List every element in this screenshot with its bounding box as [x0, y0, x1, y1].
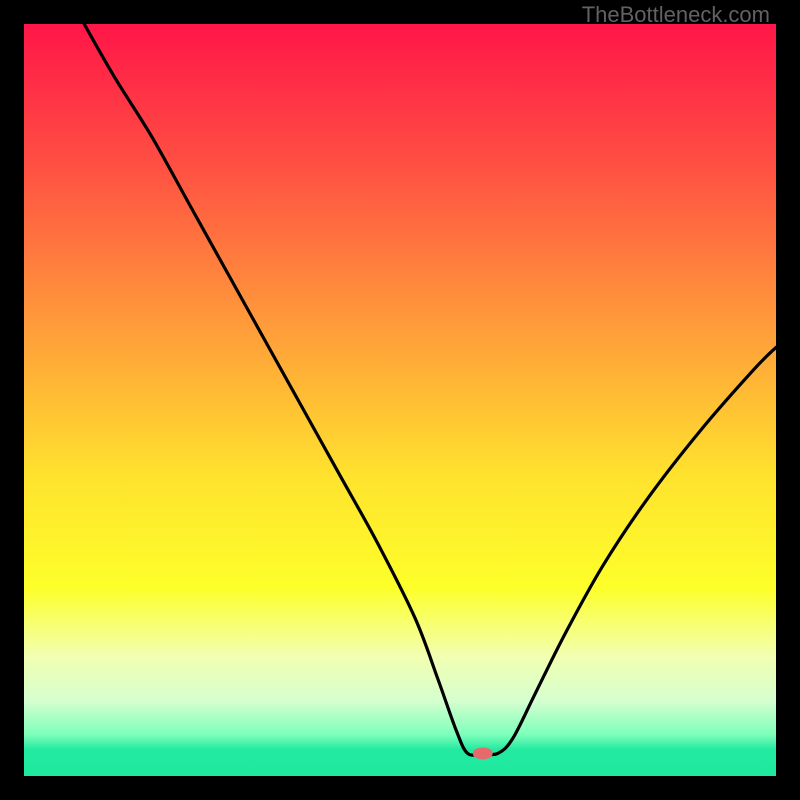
gradient-background: [24, 24, 776, 776]
bottleneck-chart: [24, 24, 776, 776]
chart-frame: [24, 24, 776, 776]
minimum-marker: [473, 747, 493, 759]
